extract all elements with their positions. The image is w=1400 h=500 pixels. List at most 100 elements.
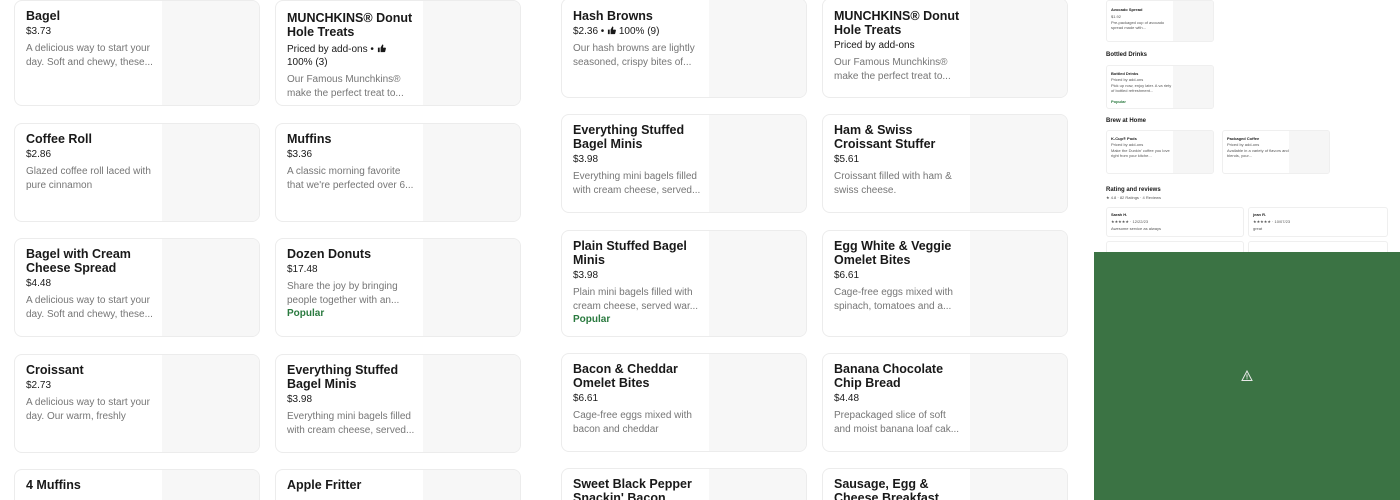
mini-item-description: Make the Dunkin' coffee you love right f… <box>1111 148 1170 158</box>
item-image <box>709 354 806 451</box>
store-preview-thumbnail: Avocado Spread $1.92 Pre-packaged cup of… <box>1094 0 1400 252</box>
item-rating: 100% (3) <box>287 57 328 68</box>
mini-item-description: Available in a variety of flavors and bl… <box>1227 148 1289 158</box>
menu-item-card[interactable]: 4 Muffins <box>14 469 260 500</box>
mini-card-packaged-coffee[interactable]: Packaged Coffee Priced by add-ons Availa… <box>1222 130 1330 174</box>
item-price-label: Priced by add-ons • <box>287 44 374 55</box>
item-name: MUNCHKINS® Donut Hole Treats <box>287 11 413 39</box>
item-name: Everything Stuffed Bagel Minis <box>573 123 685 151</box>
menu-item-card[interactable]: Dozen Donuts $17.48 Share the joy by bri… <box>275 238 521 337</box>
item-description: Our hash browns are lightly seasoned, cr… <box>573 43 695 68</box>
review-card <box>1248 241 1388 252</box>
item-description: Croissant filled with ham & swiss cheese… <box>834 171 952 196</box>
item-image <box>970 469 1067 500</box>
mini-item-image <box>1289 131 1329 173</box>
item-name: Sausage, Egg & Cheese Breakfast Empanada <box>834 477 939 500</box>
item-image <box>423 239 520 336</box>
menu-item-card[interactable]: Everything Stuffed Bagel Minis $3.98 Eve… <box>561 114 807 213</box>
item-description: A delicious way to start your day. Our w… <box>26 397 150 422</box>
section-title-bottled-drinks: Bottled Drinks <box>1106 52 1148 58</box>
item-image <box>970 0 1067 97</box>
item-price: $6.61 <box>834 270 860 281</box>
mini-item-image <box>1173 131 1213 173</box>
menu-item-card[interactable]: Plain Stuffed Bagel Minis $3.98 Plain mi… <box>561 230 807 337</box>
item-image <box>423 355 520 452</box>
menu-item-card[interactable]: Croissant $2.73 A delicious way to start… <box>14 354 260 453</box>
mini-item-price: Priced by add-ons <box>1227 142 1260 147</box>
item-image <box>162 355 259 452</box>
mini-item-image <box>1173 66 1213 108</box>
item-name: MUNCHKINS® Donut Hole Treats <box>834 9 960 37</box>
item-name: 4 Muffins <box>26 478 81 492</box>
review-text: Awesome service as always <box>1111 226 1161 231</box>
menu-item-card[interactable]: Coffee Roll $2.86 Glazed coffee roll lac… <box>14 123 260 222</box>
review-author: jean R. <box>1253 212 1267 217</box>
item-price: $3.98 <box>573 270 599 281</box>
section-title-ratings: Rating and reviews <box>1106 187 1161 193</box>
item-image <box>970 231 1067 336</box>
menu-item-card[interactable]: Bacon & Cheddar Omelet Bites $6.61 Cage-… <box>561 353 807 452</box>
mini-item-name: K-Cup® Pods <box>1111 136 1137 141</box>
popular-badge: Popular <box>287 308 325 319</box>
thumbs-up-icon <box>377 44 386 53</box>
item-description: Cage-free eggs mixed with bacon and ched… <box>573 410 692 435</box>
item-price: $3.36 <box>287 149 313 160</box>
item-name: Muffins <box>287 132 332 146</box>
review-text: great <box>1253 226 1263 231</box>
item-description: Plain mini bagels filled with cream chee… <box>573 287 699 312</box>
item-description: Cage-free eggs mixed with spinach, tomat… <box>834 287 953 312</box>
mini-item-price: $1.92 <box>1111 14 1122 19</box>
mini-item-name: Bottled Drinks <box>1111 71 1139 76</box>
mini-item-description: Pick up now, enjoy later. A va riety of … <box>1111 83 1172 93</box>
review-author: Sarah H. <box>1111 212 1128 217</box>
item-price: Priced by add-ons <box>834 40 915 51</box>
menu-item-card[interactable]: MUNCHKINS® Donut Hole Treats Priced by a… <box>275 0 521 106</box>
menu-item-card[interactable]: Banana Chocolate Chip Bread $4.48 Prepac… <box>822 353 1068 452</box>
menu-item-card[interactable]: Ham & Swiss Croissant Stuffer $5.61 Croi… <box>822 114 1068 213</box>
item-price: $2.73 <box>26 380 52 391</box>
item-image <box>162 124 259 221</box>
menu-item-card[interactable]: Sweet Black Pepper Snackin' Bacon <box>561 468 807 500</box>
mini-item-price: Priced by add-ons <box>1111 77 1144 82</box>
menu-item-card[interactable]: Sausage, Egg & Cheese Breakfast Empanada <box>822 468 1068 500</box>
menu-item-card[interactable]: Bagel $3.73 A delicious way to start you… <box>14 0 260 106</box>
review-stars: ★★★★★ · 12/22/23 <box>1111 219 1149 224</box>
item-price: $3.98 <box>573 154 599 165</box>
review-card <box>1106 241 1244 252</box>
item-name: Bacon & Cheddar Omelet Bites <box>573 362 678 390</box>
item-name: Hash Browns <box>573 9 653 23</box>
item-rating: 100% (9) <box>618 26 660 37</box>
menu-item-card[interactable]: Egg White & Veggie Omelet Bites $6.61 Ca… <box>822 230 1068 337</box>
menu-item-card[interactable]: MUNCHKINS® Donut Hole Treats Priced by a… <box>822 0 1068 98</box>
mini-card-avocado[interactable]: Avocado Spread $1.92 Pre-packaged cup of… <box>1106 0 1214 42</box>
item-description: A classic morning favorite that we're pe… <box>287 166 414 191</box>
item-description: Everything mini bagels filled with cream… <box>573 171 701 196</box>
mini-item-name: Packaged Coffee <box>1227 136 1260 141</box>
item-price: $6.61 <box>573 393 599 404</box>
item-name: Bagel <box>26 9 61 23</box>
mini-card-bottled-drinks[interactable]: Bottled Drinks Priced by add-ons Pick up… <box>1106 65 1214 109</box>
menu-item-card[interactable]: Everything Stuffed Bagel Minis $3.98 Eve… <box>275 354 521 453</box>
item-price-label: $2.36 • <box>573 26 605 37</box>
image-placeholder <box>1094 252 1400 500</box>
menu-item-card[interactable]: Muffins $3.36 A classic morning favorite… <box>275 123 521 222</box>
item-image <box>162 239 259 336</box>
item-description: Everything mini bagels filled with cream… <box>287 411 415 436</box>
item-image <box>970 354 1067 451</box>
rating-summary: ★ 4.8 · 82 Ratings · 4 Reviews <box>1106 195 1161 200</box>
thumbs-up-icon <box>607 26 617 35</box>
mini-card-kcup[interactable]: K-Cup® Pods Priced by add-ons Make the D… <box>1106 130 1214 174</box>
item-image <box>970 115 1067 212</box>
menu-item-card[interactable]: Apple Fritter <box>275 469 521 500</box>
item-image <box>423 470 520 500</box>
menu-item-card[interactable]: Bagel with Cream Cheese Spread $4.48 A d… <box>14 238 260 337</box>
item-image <box>709 0 806 97</box>
item-description: A delicious way to start your day. Soft … <box>26 295 153 320</box>
popular-badge: Popular <box>573 314 611 325</box>
item-name: Egg White & Veggie Omelet Bites <box>834 239 952 267</box>
item-image <box>709 469 806 500</box>
warning-icon <box>1241 370 1253 381</box>
item-name: Plain Stuffed Bagel Minis <box>573 239 687 267</box>
menu-item-card[interactable]: Hash Browns $2.36 • 100% (9) Our hash br… <box>561 0 807 98</box>
item-price: Priced by add-ons • 100% (3) <box>287 43 415 69</box>
